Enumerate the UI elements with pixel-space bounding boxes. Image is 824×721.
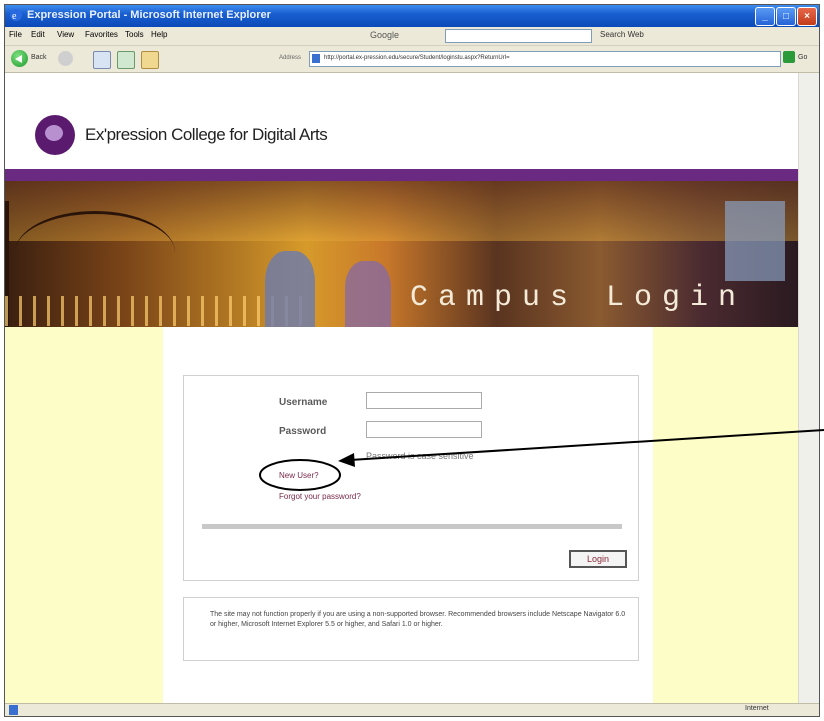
menu-tools[interactable]: Tools: [125, 30, 144, 39]
username-input[interactable]: [366, 392, 482, 409]
login-panel: Username Password Password is case sensi…: [163, 327, 653, 703]
forgot-password-link[interactable]: Forgot your password?: [279, 492, 361, 501]
menu-favorites[interactable]: Favorites: [85, 30, 118, 39]
menu-bar: File Edit View Favorites Tools Help Goog…: [5, 27, 819, 46]
campus-banner: Campus Login: [5, 181, 798, 327]
browser-notice-text: The site may not function properly if yo…: [210, 611, 626, 628]
forward-button[interactable]: [58, 51, 73, 66]
browser-window: e Expression Portal - Microsoft Internet…: [4, 4, 820, 717]
site-name: Ex'pression College for Digital Arts: [85, 125, 328, 144]
minimize-button[interactable]: _: [755, 7, 775, 26]
password-hint: Password is case sensitive: [366, 451, 474, 461]
go-label[interactable]: Go: [798, 54, 807, 61]
username-label: Username: [279, 397, 328, 408]
address-url[interactable]: http://portal.ex-pression.edu/secure/Stu…: [324, 55, 510, 61]
search-web-button[interactable]: Search Web: [600, 30, 644, 39]
address-label: Address: [279, 55, 302, 61]
maximize-button[interactable]: □: [776, 7, 796, 26]
refresh-icon[interactable]: [117, 51, 135, 69]
close-button[interactable]: ×: [797, 7, 817, 26]
login-form: Username Password Password is case sensi…: [183, 375, 639, 581]
go-icon[interactable]: [783, 51, 795, 63]
svg-text:e: e: [12, 11, 17, 22]
navigation-toolbar: Back Address http://portal.ex-pression.e…: [5, 46, 819, 73]
menu-file[interactable]: File: [9, 30, 22, 39]
banner-bridge-cable: [15, 211, 175, 294]
header-divider: [5, 169, 798, 181]
banner-student-figure: [345, 261, 391, 327]
menu-view[interactable]: View: [57, 30, 74, 39]
new-user-link[interactable]: New User?: [279, 471, 319, 480]
back-label[interactable]: Back: [31, 54, 47, 61]
google-toolbar-label[interactable]: Google: [370, 30, 399, 40]
page-icon: [312, 54, 320, 63]
menu-edit[interactable]: Edit: [31, 30, 45, 39]
site-header: Ex'pression College for Digital Arts: [5, 73, 798, 169]
banner-student-figure: [265, 251, 315, 327]
back-button[interactable]: [11, 50, 28, 67]
browser-notice: The site may not function properly if yo…: [183, 597, 639, 661]
banner-city-lights: [5, 296, 305, 326]
status-page-icon: [9, 705, 18, 715]
password-label: Password: [279, 426, 327, 437]
college-logo-icon: [35, 115, 75, 155]
title-bar: e Expression Portal - Microsoft Internet…: [5, 5, 819, 27]
home-icon[interactable]: [141, 51, 159, 69]
page-content: Ex'pression College for Digital Arts Cam…: [5, 73, 798, 703]
google-search-input[interactable]: [445, 29, 592, 43]
menu-help[interactable]: Help: [151, 30, 167, 39]
window-title: Expression Portal - Microsoft Internet E…: [27, 9, 271, 21]
vertical-scrollbar[interactable]: [798, 73, 819, 703]
banner-monitor: [725, 201, 785, 281]
password-input[interactable]: [366, 421, 482, 438]
security-zone: Internet: [745, 705, 769, 712]
status-bar: Internet: [5, 703, 819, 716]
ie-icon: e: [10, 9, 22, 22]
stop-icon[interactable]: [93, 51, 111, 69]
login-button[interactable]: Login: [569, 550, 627, 568]
address-bar[interactable]: http://portal.ex-pression.edu/secure/Stu…: [309, 51, 781, 67]
banner-title: Campus Login: [410, 281, 747, 315]
form-divider: [202, 524, 622, 529]
